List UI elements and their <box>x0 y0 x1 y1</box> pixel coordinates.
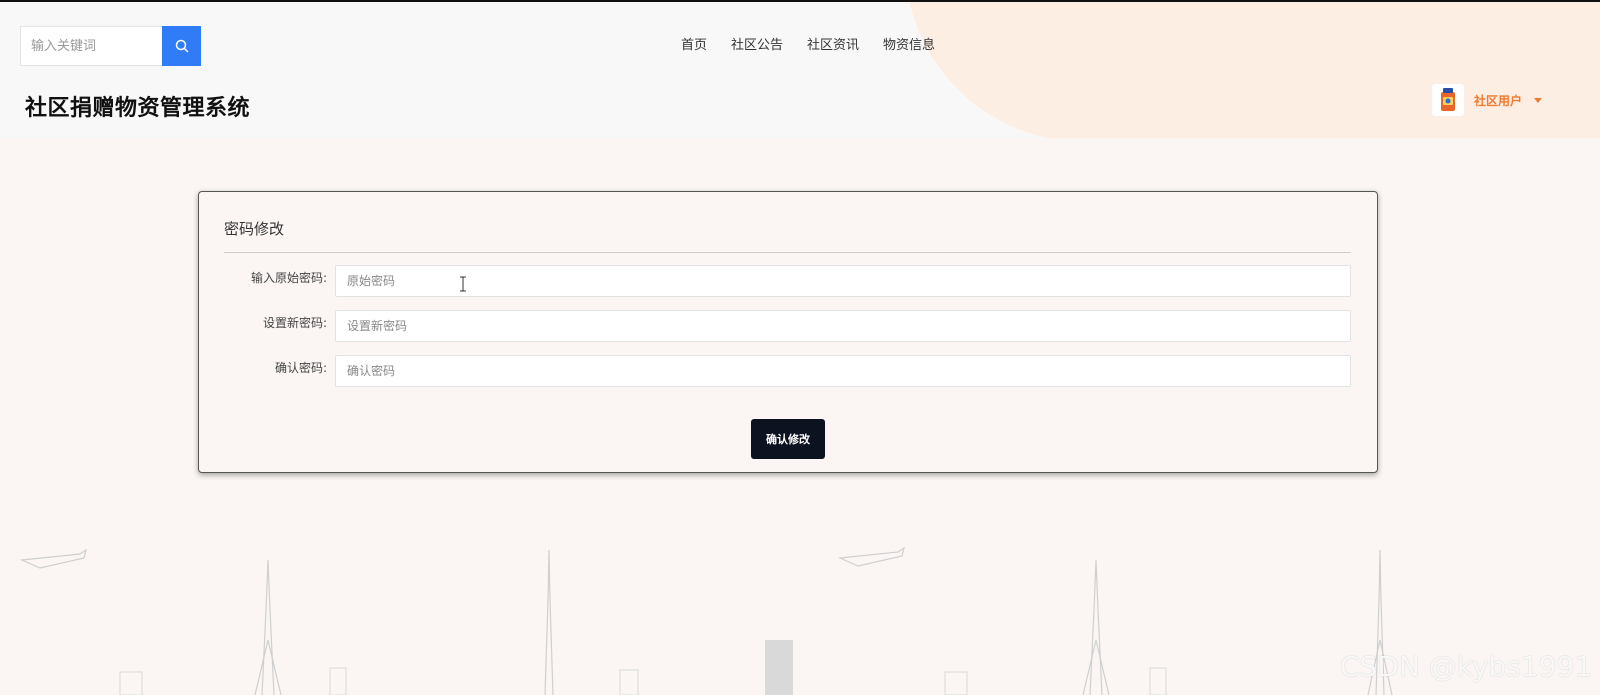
user-menu[interactable]: 社区用户 <box>1432 84 1543 116</box>
nav-supplies[interactable]: 物资信息 <box>883 34 935 53</box>
form-row-old-password: 输入原始密码: <box>199 265 1379 297</box>
confirm-password-label: 确认密码: <box>274 361 327 375</box>
site-title: 社区捐赠物资管理系统 <box>25 96 251 121</box>
search-icon <box>175 39 189 53</box>
search-button[interactable] <box>162 26 201 66</box>
card-title: 密码修改 <box>224 220 285 238</box>
new-password-input[interactable] <box>335 310 1351 342</box>
header-decoration <box>905 2 1600 138</box>
search-input[interactable] <box>21 27 162 65</box>
old-password-label: 输入原始密码: <box>250 271 327 285</box>
nav-announcements[interactable]: 社区公告 <box>731 34 783 53</box>
user-name: 社区用户 <box>1474 93 1523 108</box>
text-cursor-icon <box>460 276 466 292</box>
watermark: CSDN @kybs1991 <box>1340 650 1593 683</box>
nav-home[interactable]: 首页 <box>681 34 707 53</box>
nav-news[interactable]: 社区资讯 <box>807 34 859 53</box>
new-password-label: 设置新密码: <box>262 316 327 330</box>
user-avatar-icon <box>1432 84 1464 116</box>
confirm-password-input[interactable] <box>335 355 1351 387</box>
old-password-input[interactable] <box>335 265 1351 297</box>
search-box <box>20 26 201 66</box>
header: 首页 社区公告 社区资讯 物资信息 社区捐赠物资管理系统 社区用户 <box>0 2 1600 138</box>
form-row-confirm-password: 确认密码: <box>199 355 1379 387</box>
confirm-change-button[interactable]: 确认修改 <box>751 419 825 459</box>
chevron-down-icon <box>1534 97 1543 103</box>
password-change-card: 密码修改 输入原始密码: 设置新密码: 确认密码: 确认修改 <box>198 191 1378 473</box>
divider <box>224 252 1351 253</box>
form-row-new-password: 设置新密码: <box>199 310 1379 342</box>
main-nav: 首页 社区公告 社区资讯 物资信息 <box>681 34 935 53</box>
